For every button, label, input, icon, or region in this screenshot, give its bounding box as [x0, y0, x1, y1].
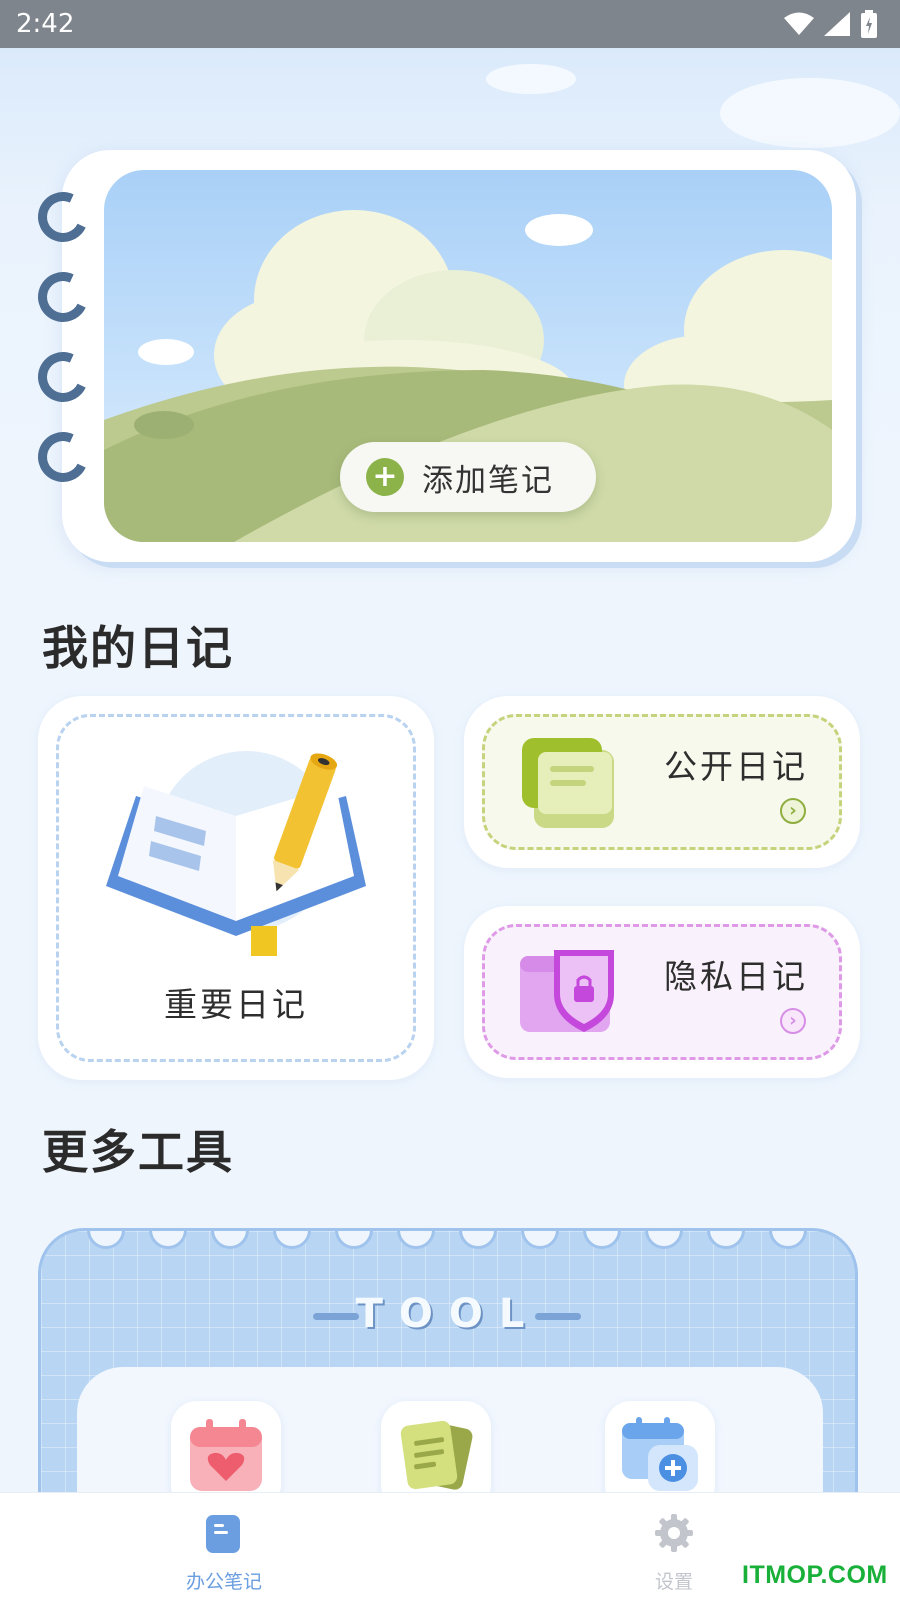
scallop-edge: [273, 1231, 311, 1249]
status-time: 2:42: [16, 9, 75, 39]
status-icons: [784, 10, 878, 38]
nav-label-office-notes: 办公笔记: [185, 1571, 262, 1593]
nav-item-settings[interactable]: 设置: [594, 1493, 754, 1600]
more-tools-title: 更多工具: [42, 1125, 234, 1179]
scallop-edge: [583, 1231, 621, 1249]
calendar-add-icon: [622, 1417, 698, 1491]
status-bar: 2:42: [0, 0, 900, 48]
add-note-label: 添加笔记: [422, 462, 554, 499]
tool-heading: TOOL: [355, 1291, 541, 1337]
chevron-right-icon: ›: [780, 798, 806, 824]
public-diary-label: 公开日记: [664, 747, 808, 786]
scallop-edge: [397, 1231, 435, 1249]
scallop-edge: [521, 1231, 559, 1249]
scallop-edge: [769, 1231, 807, 1249]
calendar-heart-icon: [190, 1419, 262, 1491]
background-cloud: [720, 78, 900, 148]
scallop-edge: [335, 1231, 373, 1249]
cellular-signal-icon: [824, 12, 850, 36]
scallop-edge: [707, 1231, 745, 1249]
scallop-edge: [459, 1231, 497, 1249]
plus-icon: +: [366, 458, 404, 496]
nav-item-office-notes[interactable]: 办公笔记: [144, 1493, 304, 1600]
notebook-icon: [206, 1515, 240, 1553]
important-diary-label: 重要日记: [164, 985, 308, 1024]
calendar-heart-tool-button[interactable]: [171, 1401, 281, 1500]
scallop-edge: [87, 1231, 125, 1249]
background-cloud: [486, 64, 576, 94]
watermark: ITMOP.COM: [742, 1561, 888, 1589]
tools-panel: TOOL: [38, 1228, 858, 1500]
my-diary-title: 我的日记: [42, 621, 234, 675]
calendar-add-tool-button[interactable]: [605, 1401, 715, 1500]
nav-label-settings: 设置: [654, 1571, 693, 1593]
wifi-icon: [784, 12, 814, 35]
chevron-right-icon: ›: [780, 1008, 806, 1034]
lock-shield-icon: [520, 950, 614, 1032]
add-note-button[interactable]: + 添加笔记: [340, 442, 596, 512]
tools-sheet: [77, 1367, 823, 1500]
gear-icon: [655, 1514, 693, 1552]
public-diary-card[interactable]: 公开日记 ›: [464, 696, 860, 868]
important-diary-card[interactable]: 重要日记: [38, 696, 434, 1080]
scallop-edge: [149, 1231, 187, 1249]
open-book-icon: [106, 751, 366, 956]
scallop-edge: [211, 1231, 249, 1249]
private-diary-label: 隐私日记: [664, 957, 808, 996]
notes-tool-button[interactable]: [381, 1401, 491, 1500]
private-diary-card[interactable]: 隐私日记 ›: [464, 906, 860, 1078]
notes-icon: [400, 1420, 473, 1490]
scallop-edge: [645, 1231, 683, 1249]
chat-bubbles-icon: [522, 738, 614, 828]
battery-icon: [861, 10, 877, 38]
